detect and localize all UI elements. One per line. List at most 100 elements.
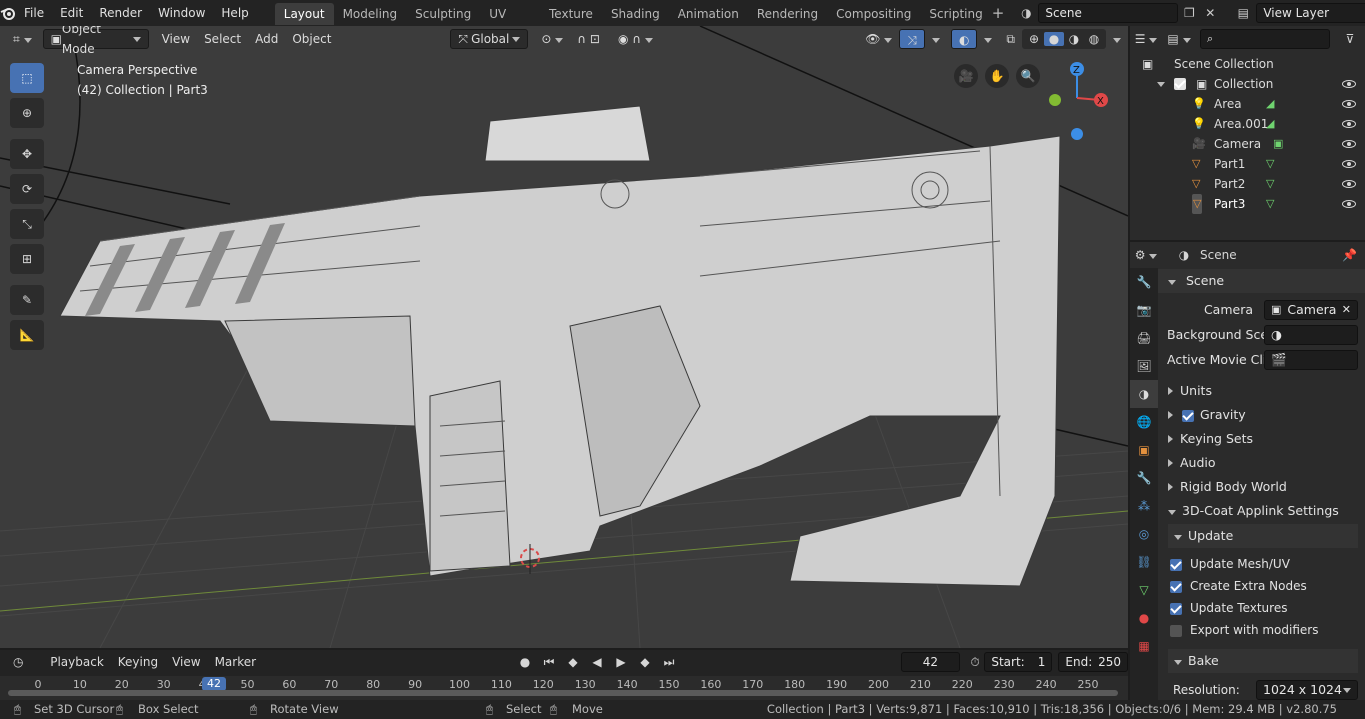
- end-frame-field[interactable]: End: 250: [1058, 652, 1128, 672]
- scene-tab-icon[interactable]: ◑: [1130, 380, 1158, 408]
- menu-file[interactable]: File: [16, 0, 52, 26]
- particles-tab-icon[interactable]: ⁂: [1130, 492, 1158, 520]
- timeline-menu-marker[interactable]: Marker: [208, 652, 263, 672]
- gizmo-toggle[interactable]: ⤨: [899, 29, 925, 49]
- menu-edit[interactable]: Edit: [52, 0, 91, 26]
- transform-tool[interactable]: ⊞: [10, 244, 44, 274]
- xray-toggle[interactable]: ⧉: [999, 29, 1022, 49]
- measure-tool[interactable]: 📐: [10, 320, 44, 350]
- update-textures-row[interactable]: Update Textures: [1158, 596, 1365, 620]
- cursor-tool[interactable]: ⊕: [10, 98, 44, 128]
- viewport-menu-select[interactable]: Select: [197, 29, 248, 49]
- mesh-data-icon[interactable]: ▽: [1266, 194, 1274, 214]
- outliner-item-part3[interactable]: ▽ Part3 ▽: [1130, 194, 1365, 214]
- clock-icon[interactable]: ⏱: [966, 655, 985, 670]
- next-keyframe-icon[interactable]: ◆: [635, 655, 655, 669]
- gizmo-dropdown[interactable]: [925, 29, 947, 49]
- update-mesh-row[interactable]: Update Mesh/UV: [1158, 552, 1365, 576]
- menu-window[interactable]: Window: [150, 0, 213, 26]
- create-nodes-checkbox[interactable]: [1170, 580, 1182, 593]
- collection-checkbox[interactable]: [1174, 78, 1186, 90]
- playhead[interactable]: 42: [201, 677, 226, 691]
- timeline-editor-icon[interactable]: ◷: [6, 652, 37, 686]
- menu-render[interactable]: Render: [91, 0, 150, 26]
- outliner-item-area[interactable]: 💡 Area ◢: [1130, 94, 1365, 114]
- tool-tab-icon[interactable]: 🔧: [1130, 268, 1158, 296]
- update-subpanel[interactable]: Update: [1168, 524, 1358, 548]
- mesh-data-icon[interactable]: ▽: [1266, 154, 1274, 174]
- timeline-menu-playback[interactable]: Playback: [43, 652, 111, 686]
- create-nodes-row[interactable]: Create Extra Nodes: [1158, 574, 1365, 598]
- movie-clip-field[interactable]: 🎬: [1264, 350, 1358, 370]
- camera-view-icon[interactable]: 🎥: [954, 64, 978, 88]
- wireframe-icon[interactable]: ⊕: [1024, 32, 1044, 46]
- material-tab-icon[interactable]: ●: [1130, 604, 1158, 632]
- tab-texture-paint[interactable]: Texture Paint: [540, 3, 602, 43]
- texture-tab-icon[interactable]: ▦: [1130, 632, 1158, 660]
- 3d-viewport[interactable]: ⌗ ▣ Object Mode View Select Add Object ⤧ Gl…: [0, 26, 1128, 648]
- current-frame-field[interactable]: 42: [901, 652, 960, 672]
- overlay-dropdown[interactable]: [977, 29, 999, 49]
- eye-icon[interactable]: [1342, 120, 1356, 128]
- axis-gizmo[interactable]: Z X: [1045, 60, 1115, 170]
- start-frame-field[interactable]: Start: 1: [984, 652, 1053, 672]
- eye-icon[interactable]: [1342, 160, 1356, 168]
- rotate-tool[interactable]: ⟳: [10, 174, 44, 204]
- camera-field[interactable]: ▣ Camera ✕: [1264, 300, 1358, 320]
- mesh-data-icon[interactable]: ▽: [1266, 174, 1274, 194]
- camera-data-icon[interactable]: ▣: [1273, 134, 1283, 154]
- overlay-toggle[interactable]: ◐: [950, 29, 978, 49]
- bake-subpanel[interactable]: Bake: [1168, 649, 1358, 673]
- scene-selector[interactable]: ◑ Scene ❐ ✕: [1014, 3, 1220, 23]
- outliner-editor-icon[interactable]: ☰: [1130, 32, 1162, 46]
- keying-sets-panel[interactable]: Keying Sets: [1158, 427, 1365, 451]
- tab-modeling[interactable]: Modeling: [334, 3, 407, 25]
- physics-tab-icon[interactable]: ◎: [1130, 520, 1158, 548]
- tab-compositing[interactable]: Compositing: [827, 3, 920, 25]
- update-mesh-checkbox[interactable]: [1170, 558, 1182, 571]
- resolution-select[interactable]: 1024 x 1024: [1256, 680, 1358, 700]
- new-scene-icon[interactable]: ❐: [1178, 6, 1200, 20]
- jump-end-icon[interactable]: ⏭: [659, 655, 679, 670]
- constraints-tab-icon[interactable]: ⛓: [1130, 548, 1158, 576]
- shading-mode-group[interactable]: ⊕ ● ◑ ◍: [1022, 29, 1106, 49]
- light-data-icon[interactable]: ◢: [1266, 114, 1274, 134]
- remove-scene-icon[interactable]: ✕: [1200, 6, 1220, 20]
- select-box-tool[interactable]: ⬚: [10, 63, 44, 93]
- update-textures-checkbox[interactable]: [1170, 602, 1182, 615]
- timeline-menu-view[interactable]: View: [165, 652, 207, 672]
- outliner-item-camera[interactable]: 🎥 Camera ▣: [1130, 134, 1365, 154]
- editor-type-button[interactable]: ⌗: [6, 29, 39, 49]
- record-icon[interactable]: ●: [515, 655, 535, 669]
- play-reverse-icon[interactable]: ◀: [587, 655, 607, 669]
- outliner-search-input[interactable]: ⌕: [1200, 29, 1330, 49]
- jump-start-icon[interactable]: ⏮: [539, 655, 559, 670]
- tab-sculpting[interactable]: Sculpting: [406, 3, 480, 25]
- annotate-tool[interactable]: ✎: [10, 285, 44, 315]
- eye-icon[interactable]: [1342, 200, 1356, 208]
- mode-selector[interactable]: ▣ Object Mode: [42, 26, 149, 56]
- tab-shading[interactable]: Shading: [602, 3, 669, 25]
- solid-icon[interactable]: ●: [1044, 32, 1064, 46]
- material-icon[interactable]: ◑: [1064, 32, 1084, 46]
- units-panel[interactable]: Units: [1158, 379, 1365, 403]
- eye-icon[interactable]: [1342, 100, 1356, 108]
- view-layer-selector[interactable]: ▤ View Layer ❐ ✕: [1230, 3, 1365, 23]
- add-workspace-button[interactable]: +: [992, 0, 1005, 26]
- data-tab-icon[interactable]: ▽: [1130, 576, 1158, 604]
- viewport-menu-object[interactable]: Object: [285, 29, 338, 49]
- tab-scripting[interactable]: Scripting: [920, 3, 991, 25]
- display-mode-icon[interactable]: ▤: [1162, 32, 1196, 46]
- viewport-menu-add[interactable]: Add: [248, 29, 285, 49]
- proportional-edit-button[interactable]: ◉ ∩: [611, 29, 660, 49]
- audio-panel[interactable]: Audio: [1158, 451, 1365, 475]
- pin-icon[interactable]: 📌: [1342, 248, 1357, 262]
- applink-panel[interactable]: 3D-Coat Applink Settings: [1158, 499, 1365, 523]
- filter-icon[interactable]: ⊽: [1340, 32, 1360, 46]
- eye-icon[interactable]: [1342, 80, 1356, 88]
- eye-icon[interactable]: [1342, 180, 1356, 188]
- modifier-tab-icon[interactable]: 🔧: [1130, 464, 1158, 492]
- tab-animation[interactable]: Animation: [669, 3, 748, 25]
- outliner-item-part2[interactable]: ▽ Part2 ▽: [1130, 174, 1365, 194]
- outliner-item-area-001[interactable]: 💡 Area.001 ◢: [1130, 114, 1365, 134]
